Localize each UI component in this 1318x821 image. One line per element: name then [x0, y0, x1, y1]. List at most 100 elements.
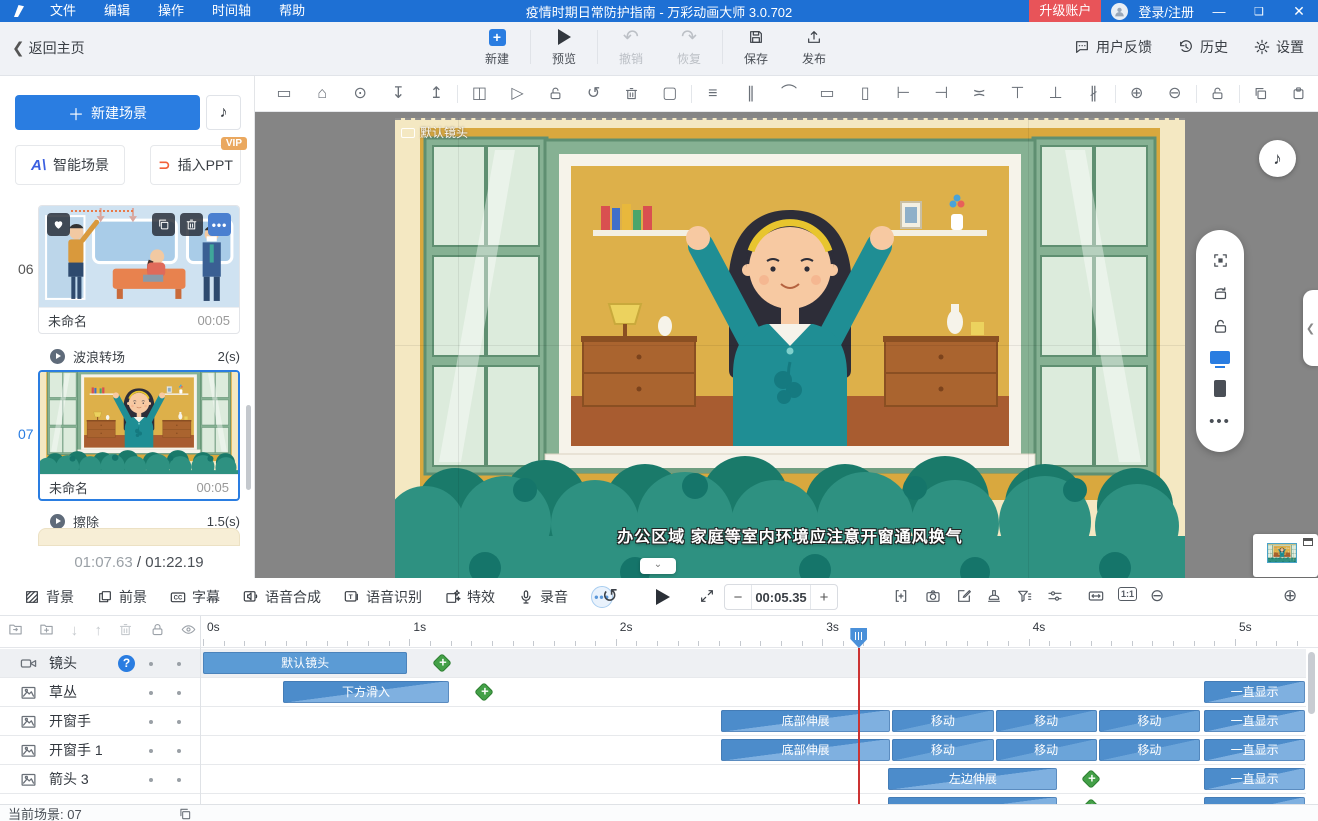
same-height-icon[interactable]: ▯ — [846, 76, 884, 112]
delete-track-icon[interactable] — [118, 622, 133, 642]
smart-scene-button[interactable]: A\智能场景 — [15, 145, 125, 185]
timeline-clip[interactable]: 移动 — [1099, 710, 1200, 732]
add-animation-button[interactable] — [474, 682, 494, 702]
timeline-clip[interactable]: 移动 — [892, 739, 993, 761]
export-track-icon[interactable] — [8, 622, 23, 642]
copy-icon[interactable] — [178, 807, 192, 821]
transition-item[interactable]: 波浪转场 2(s) — [50, 346, 240, 366]
add-folder-icon[interactable] — [39, 622, 54, 642]
home-icon[interactable]: ⌂ — [303, 76, 341, 112]
play-button[interactable] — [656, 589, 670, 605]
timeline-clip[interactable] — [888, 797, 1057, 804]
delete-icon[interactable] — [613, 86, 651, 101]
track-toggle-dot[interactable] — [149, 749, 153, 753]
close-button[interactable]: ✕ — [1284, 3, 1314, 20]
play-transition-icon[interactable] — [50, 349, 65, 364]
timeline-clip[interactable]: 左边伸展 — [888, 768, 1057, 790]
time-minus-button[interactable]: − — [725, 585, 751, 609]
scene-audio-button[interactable]: ♪ — [1259, 140, 1296, 177]
undo-button[interactable]: ↶撤销 — [602, 27, 660, 67]
subtitle-text[interactable]: 办公区域 家庭等室内环境应注意开窗通风换气 — [395, 523, 1185, 547]
timeline-clip[interactable] — [1204, 797, 1305, 804]
timeline-scrollbar[interactable] — [1308, 652, 1315, 714]
insert-ppt-button[interactable]: ⊃插入PPTVIP — [150, 145, 241, 185]
timeline-ruler[interactable]: ↓↑ 0s1s2s3s4s5s — [0, 616, 1318, 648]
move-track-up-icon[interactable]: ↑ — [94, 622, 102, 642]
stamp-button[interactable] — [986, 588, 1002, 604]
unlock-icon[interactable] — [1212, 318, 1229, 335]
fit-width-button[interactable] — [1088, 588, 1104, 604]
timeline-clip[interactable]: 一直显示 — [1204, 768, 1305, 790]
menu-file[interactable]: 文件 — [36, 0, 90, 22]
collapse-panel-tab[interactable]: ❮ — [1303, 290, 1318, 366]
track-header[interactable]: 草丛 — [0, 678, 200, 706]
filter-button[interactable] — [1016, 588, 1032, 604]
user-feedback-button[interactable]: 用户反馈 — [1074, 37, 1152, 57]
add-animation-button[interactable] — [433, 653, 453, 673]
align-vertical-center-icon[interactable]: ∥ — [732, 76, 770, 112]
minimize-button[interactable]: — — [1204, 4, 1234, 19]
ruler-icon[interactable]: ▭ — [265, 76, 303, 112]
new-scene-button[interactable]: ＋新建场景 — [15, 95, 200, 130]
fullscreen-icon[interactable] — [699, 588, 715, 604]
track-header[interactable] — [0, 794, 200, 804]
upgrade-account-button[interactable]: 升级账户 — [1029, 0, 1101, 22]
track-toggle-dot[interactable] — [149, 662, 153, 666]
current-time[interactable]: 00:05.35 — [751, 585, 811, 609]
scene-music-button[interactable]: ♪ — [206, 95, 241, 130]
menu-operate[interactable]: 操作 — [144, 0, 198, 22]
align-horizontal-center-icon[interactable]: ≡ — [694, 76, 732, 112]
flip-vertical-icon[interactable]: ▷ — [498, 76, 536, 112]
publish-button[interactable]: 发布 — [785, 27, 843, 67]
preview-button[interactable]: 预览 — [535, 27, 593, 67]
track-toggle-dot[interactable] — [177, 662, 181, 666]
playback-history-button[interactable]: ↺ — [602, 585, 618, 608]
adjust-button[interactable] — [1047, 588, 1063, 604]
play-transition-icon[interactable] — [50, 514, 65, 529]
timeline-clip[interactable]: 下方滑入 — [283, 681, 448, 703]
snapshot-button[interactable] — [925, 588, 941, 604]
track-toggle-dot[interactable] — [149, 720, 153, 724]
track-toggle-dot[interactable] — [177, 691, 181, 695]
rotate-screen-icon[interactable] — [1212, 285, 1229, 302]
background-button[interactable]: 背景 — [24, 587, 74, 607]
layer-down-icon[interactable]: ↧ — [379, 76, 417, 112]
marquee-select-icon[interactable]: ▢ — [651, 76, 689, 112]
track-toggle-dot[interactable] — [177, 778, 181, 782]
align-top-icon[interactable]: ⊤ — [998, 76, 1036, 112]
track-header[interactable]: 开窗手 — [0, 707, 200, 735]
equal-spacing-icon[interactable]: ∦ — [1075, 76, 1113, 112]
track-toggle-dot[interactable] — [149, 691, 153, 695]
new-button[interactable]: +新建 — [468, 27, 526, 67]
more-circle-icon[interactable]: ⊙ — [341, 76, 379, 112]
align-middle-icon[interactable]: ≍ — [960, 76, 998, 112]
edit-note-button[interactable] — [956, 588, 972, 604]
rotate-icon[interactable]: ↺ — [575, 76, 613, 112]
snap-top-icon[interactable]: ⌒ — [770, 76, 808, 112]
save-button[interactable]: 保存 — [727, 27, 785, 67]
align-left-icon[interactable]: ⊢ — [884, 76, 922, 112]
landscape-mode-button[interactable] — [1210, 351, 1230, 364]
history-button[interactable]: 历史 — [1178, 37, 1228, 57]
scene-name[interactable]: 未命名 — [48, 311, 87, 330]
sidebar-scrollbar[interactable] — [246, 405, 251, 490]
menu-help[interactable]: 帮助 — [265, 0, 319, 22]
layer-up-icon[interactable]: ↥ — [417, 76, 455, 112]
timeline-clip[interactable]: 默认镜头 — [203, 652, 407, 674]
portrait-mode-button[interactable] — [1214, 380, 1226, 397]
back-to-home-button[interactable]: ❮ 返回主页 — [12, 38, 85, 58]
flip-horizontal-icon[interactable]: ◫ — [460, 76, 498, 112]
stage[interactable]: 默认镜头 办公区域 家庭等室内环境应注意开窗通风换气 — [395, 118, 1185, 578]
move-track-down-icon[interactable]: ↓ — [71, 622, 79, 642]
timeline-zoom-in-button[interactable]: ⊕ — [1283, 586, 1297, 606]
timeline-clip[interactable]: 移动 — [1099, 739, 1200, 761]
window-restore-icon[interactable] — [1303, 538, 1313, 546]
camera-label[interactable]: 默认镜头 — [401, 124, 468, 141]
track-toggle-dot[interactable] — [177, 720, 181, 724]
zoom-in-icon[interactable]: ⊕ — [1118, 76, 1156, 112]
login-register-link[interactable]: 登录/注册 — [1138, 2, 1194, 21]
lock-track-icon[interactable] — [150, 622, 165, 642]
scene-07-thumbnail[interactable] — [40, 372, 238, 474]
track-toggle-dot[interactable] — [177, 749, 181, 753]
scene-card-06[interactable]: ••• 未命名00:05 — [38, 205, 240, 334]
